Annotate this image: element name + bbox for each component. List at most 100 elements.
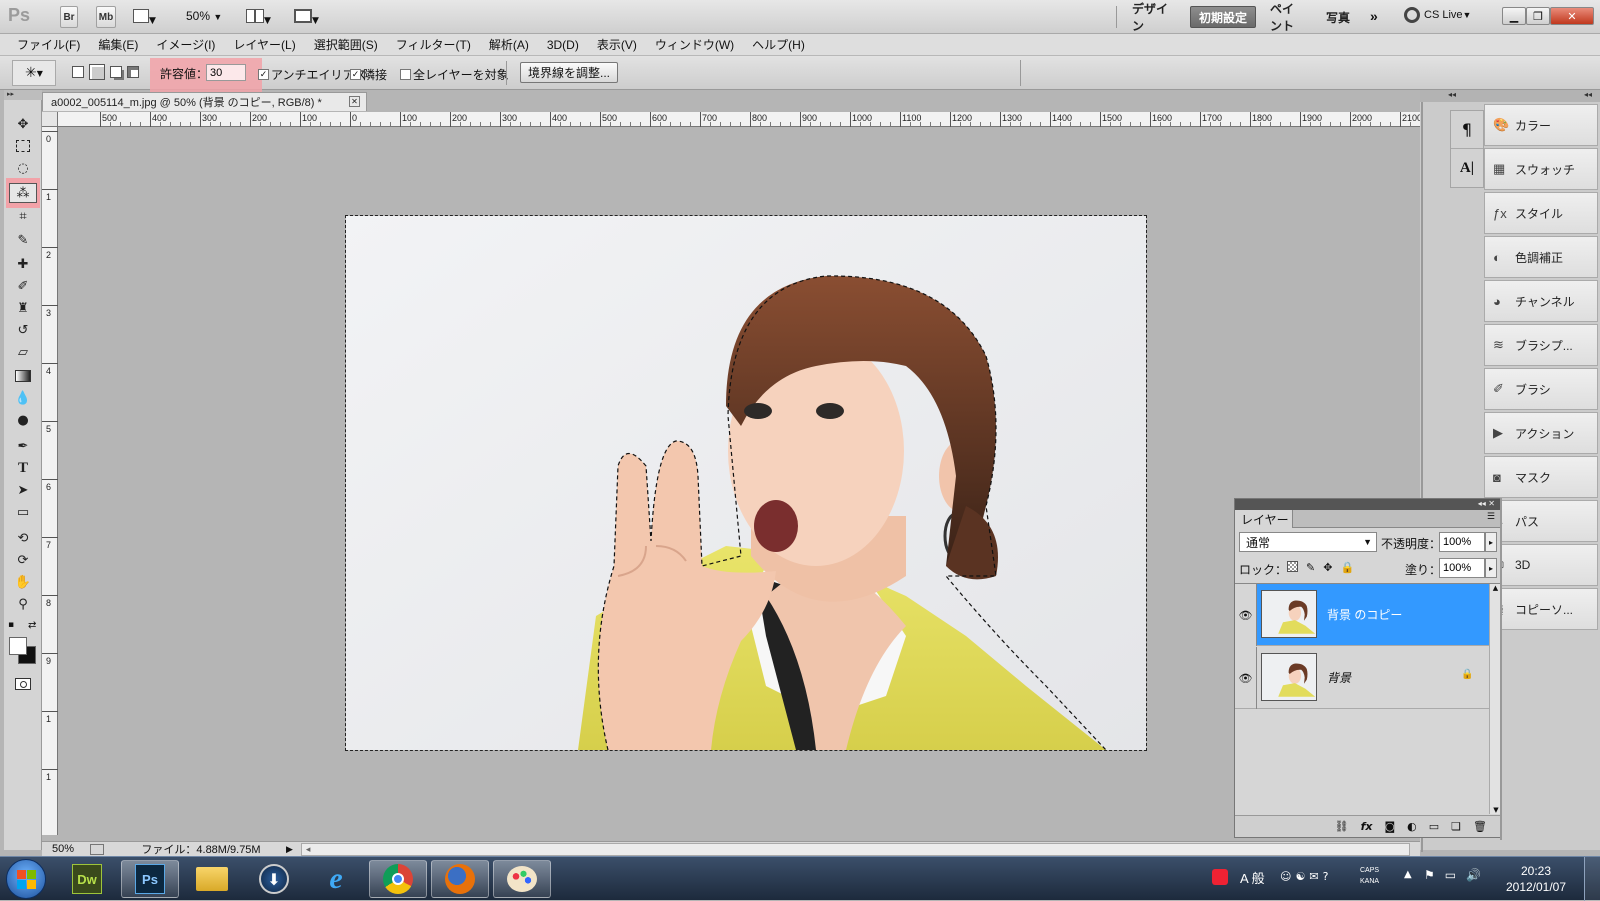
bridge-button[interactable]: Br — [60, 6, 78, 28]
magic-wand-tool-icon[interactable]: ⁂ — [9, 183, 37, 203]
link-layers-icon[interactable]: ⛓ — [1335, 820, 1349, 833]
panel-swatches-button[interactable]: ▦ スウォッチ — [1484, 148, 1598, 190]
zoom-level-dropdown[interactable]: 50% ▼ — [186, 9, 222, 23]
layer-row-selected[interactable]: 👁 背景 のコピー — [1235, 584, 1501, 646]
volume-icon[interactable]: 🔊 — [1466, 868, 1481, 882]
taskbar-chrome[interactable] — [369, 860, 427, 898]
network-icon[interactable]: ▭ — [1445, 868, 1456, 882]
layer-row[interactable]: 👁 背景 🔒 — [1235, 647, 1501, 709]
minimize-button[interactable]: ▁ — [1502, 7, 1526, 25]
panel-mask-button[interactable]: ◙ マスク — [1484, 456, 1598, 498]
menu-item-1[interactable]: 編集(E) — [89, 36, 147, 53]
view-extras-dropdown[interactable]: ▼ — [133, 9, 163, 26]
3d-orbit-tool-icon[interactable]: ⟳ — [9, 550, 37, 570]
opacity-slider-arrow-icon[interactable]: ▸ — [1485, 532, 1497, 552]
history-brush-tool-icon[interactable]: ↺ — [9, 320, 37, 340]
taskbar-download[interactable]: ⬇ — [245, 860, 303, 898]
menu-item-10[interactable]: ヘルプ(H) — [743, 36, 814, 53]
action-center-flag-icon[interactable]: ⚑ — [1424, 868, 1435, 882]
tray-expand-icon[interactable]: ▲ — [1404, 869, 1412, 880]
crop-tool-icon[interactable]: ⌗ — [9, 206, 37, 226]
sample-all-layers-checkbox[interactable]: 全レイヤーを対象 — [400, 66, 509, 83]
panel-fx-button[interactable]: ƒx スタイル — [1484, 192, 1598, 234]
dodge-tool-icon[interactable]: ● — [9, 410, 37, 430]
refine-edge-button[interactable]: 境界線を調整... — [520, 62, 618, 83]
visibility-eye-icon[interactable]: 👁 — [1235, 647, 1257, 709]
menu-item-9[interactable]: ウィンドウ(W) — [646, 36, 743, 53]
panel-channels-button[interactable]: ◕ チャンネル — [1484, 280, 1598, 322]
add-to-selection-icon[interactable] — [89, 64, 105, 80]
character-icon[interactable]: A| — [1451, 149, 1483, 187]
eraser-tool-icon[interactable]: ▱ — [9, 342, 37, 362]
hand-tool-icon[interactable]: ✋ — [9, 572, 37, 592]
blur-tool-icon[interactable]: 💧 — [9, 388, 37, 408]
marquee-tool-icon[interactable] — [9, 136, 37, 156]
taskbar-paint[interactable] — [493, 860, 551, 898]
show-desktop-button[interactable] — [1584, 857, 1600, 901]
ime-indicator[interactable]: A 般 — [1240, 868, 1265, 887]
subtract-selection-icon[interactable] — [110, 66, 122, 78]
add-mask-icon[interactable]: ◙ — [1384, 820, 1395, 833]
new-layer-icon[interactable]: ❏ — [1451, 820, 1461, 833]
help-icon[interactable]: ? — [1323, 870, 1329, 883]
taskbar-firefox[interactable] — [431, 860, 489, 898]
panel-menu-icon[interactable]: ☰ — [1487, 512, 1495, 522]
panel-brush-presets-button[interactable]: ≋ ブラシプ... — [1484, 324, 1598, 366]
contiguous-checkbox[interactable]: ✓ 隣接 — [350, 66, 387, 83]
menu-item-5[interactable]: フィルター(T) — [387, 36, 480, 53]
healing-brush-tool-icon[interactable]: ✚ — [9, 254, 37, 274]
arrange-documents-dropdown[interactable]: ▼ — [246, 9, 280, 26]
menu-item-6[interactable]: 解析(A) — [480, 36, 538, 53]
path-selection-tool-icon[interactable]: ➤ — [9, 480, 37, 500]
status-menu-arrow-icon[interactable]: ▶ — [286, 844, 293, 855]
menu-item-3[interactable]: レイヤー(L) — [224, 36, 304, 53]
mini-bridge-button[interactable]: Mb — [96, 6, 116, 28]
tolerance-input[interactable] — [206, 64, 246, 81]
restore-button[interactable]: ❐ — [1526, 7, 1550, 25]
ime-icon[interactable]: ☯ — [1295, 870, 1305, 883]
lock-all-icon[interactable]: 🔒 — [1340, 561, 1354, 574]
panel-palette-button[interactable]: 🎨 カラー — [1484, 104, 1598, 146]
horizontal-scrollbar[interactable]: ◂ — [300, 842, 1410, 856]
3d-rotate-tool-icon[interactable]: ⟲ — [9, 528, 37, 548]
visibility-eye-icon[interactable]: 👁 — [1235, 584, 1257, 646]
eyedropper-tool-icon[interactable]: ✎ — [9, 230, 37, 250]
dock-header[interactable]: ◂◂ ◂◂ — [1420, 90, 1600, 102]
vertical-ruler[interactable]: 0 1 2 3 4 5 6 7 8 9 1 1 — [42, 127, 58, 835]
ruler-origin[interactable] — [42, 112, 58, 127]
menu-item-4[interactable]: 選択範囲(S) — [305, 36, 387, 53]
status-zoom[interactable]: 50% — [42, 843, 90, 855]
lock-transparency-icon[interactable] — [1287, 561, 1298, 572]
horizontal-ruler[interactable]: 500 400 300 200 100 0 100 200 300 400 500 600 700 800… — [58, 112, 1441, 127]
lock-pixels-icon[interactable]: ✎ — [1306, 561, 1315, 574]
fill-input[interactable] — [1439, 558, 1485, 578]
close-button[interactable]: ✕ — [1550, 7, 1594, 25]
taskbar-photoshop[interactable]: Ps — [121, 860, 179, 898]
delete-layer-icon[interactable]: 🗑 — [1473, 820, 1487, 833]
ime-icon[interactable]: ✉ — [1309, 870, 1318, 883]
layers-tab[interactable]: レイヤー — [1235, 510, 1293, 528]
workspace-3-button[interactable]: 写真 — [1318, 6, 1358, 28]
clone-stamp-tool-icon[interactable]: ♜ — [9, 298, 37, 318]
shape-tool-icon[interactable]: ▭ — [9, 502, 37, 522]
quick-mask-icon[interactable] — [9, 674, 37, 694]
type-tool-icon[interactable]: T — [9, 458, 37, 478]
tool-preset-picker[interactable]: ✳ ▼ — [12, 60, 56, 86]
workspace-1-button[interactable]: 初期設定 — [1190, 6, 1256, 28]
blend-mode-select[interactable]: 通常 ▼ — [1239, 532, 1377, 552]
lasso-tool-icon[interactable]: ◌ — [9, 158, 37, 178]
swap-colors-icon[interactable]: ⇄ — [28, 620, 36, 631]
cs-live-button[interactable]: CS Live ▼ — [1404, 7, 1471, 23]
new-selection-icon[interactable] — [72, 66, 84, 78]
taskbar-explorer[interactable] — [183, 860, 241, 898]
gradient-tool-icon[interactable] — [9, 366, 37, 386]
menu-item-0[interactable]: ファイル(F) — [8, 36, 89, 53]
panel-actions-button[interactable]: ▶ アクション — [1484, 412, 1598, 454]
document-tab[interactable]: a0002_005114_m.jpg @ 50% (背景 のコピー, RGB/8… — [42, 92, 367, 111]
fill-slider-arrow-icon[interactable]: ▸ — [1485, 558, 1497, 578]
clock[interactable]: 20:23 2012/01/07 — [1496, 863, 1576, 895]
brush-tool-icon[interactable]: ✐ — [9, 276, 37, 296]
tray-app-icon[interactable] — [1212, 869, 1228, 885]
zoom-tool-icon[interactable]: ⚲ — [9, 594, 37, 614]
default-colors-icon[interactable]: ▪ — [8, 620, 14, 630]
